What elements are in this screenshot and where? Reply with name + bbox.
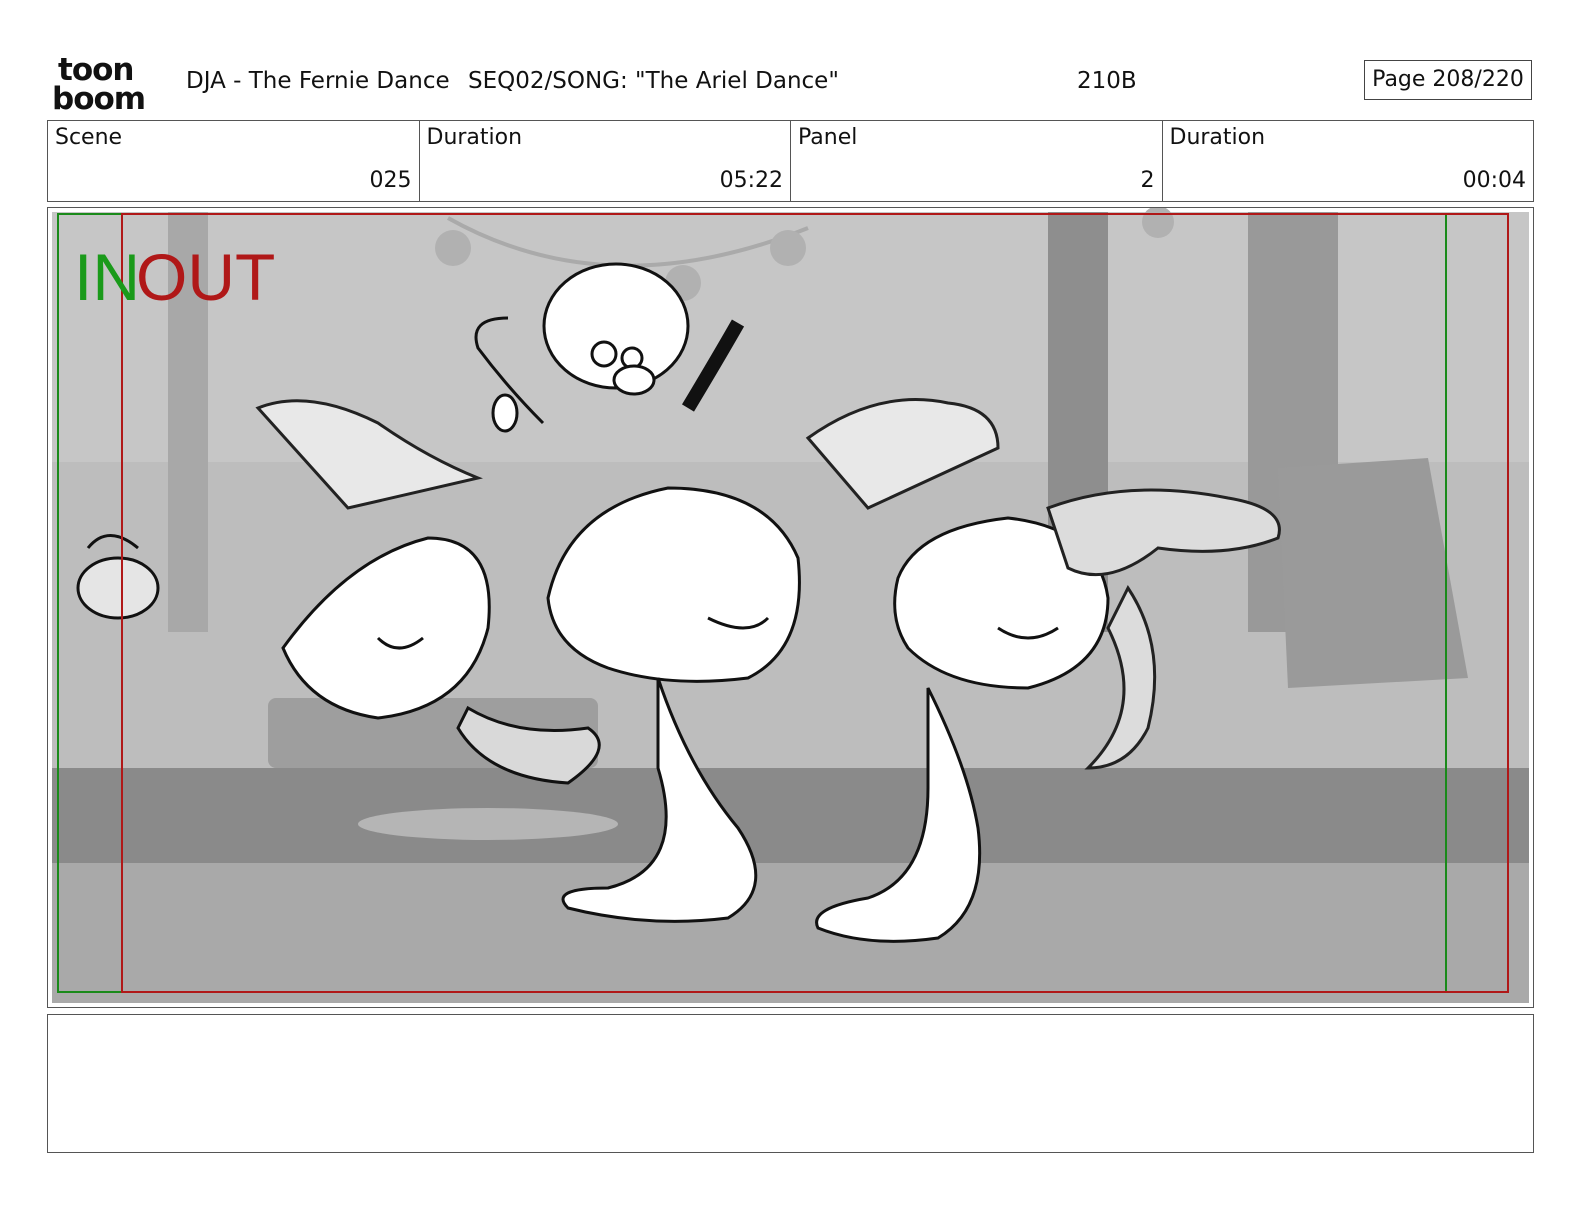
logo-boom: boom <box>52 81 145 112</box>
floor-band-dark <box>52 768 1529 863</box>
floor-front <box>52 863 1529 1003</box>
scene-duration-cell: Duration 05:22 <box>418 121 791 201</box>
scene-value: 025 <box>369 168 412 193</box>
panel-duration-value: 00:04 <box>1462 168 1526 193</box>
storyboard-drawing: IN OUT <box>52 208 1529 1003</box>
out-label: OUT <box>136 240 275 314</box>
panel-value: 2 <box>1140 168 1155 193</box>
shot-code: 210B <box>1077 68 1137 94</box>
scene-duration-label: Duration <box>426 125 523 150</box>
panel-info-table: Scene 025 Duration 05:22 Panel 2 Duratio… <box>47 120 1534 202</box>
panel-label: Panel <box>798 125 858 150</box>
panel-cell: Panel 2 <box>790 121 1162 201</box>
toon-boom-logo: toon boom <box>52 52 146 112</box>
garland-ball <box>770 230 806 266</box>
project-title: DJA - The Fernie Dance <box>186 68 450 94</box>
sequence-title: SEQ02/SONG: "The Ariel Dance" <box>468 68 839 94</box>
scene-label: Scene <box>55 125 123 150</box>
scene-duration-value: 05:22 <box>719 168 783 193</box>
garland-ball <box>435 230 471 266</box>
in-label: IN <box>74 240 140 314</box>
panel-notes-box <box>47 1014 1534 1153</box>
panel-duration-cell: Duration 00:04 <box>1161 121 1534 201</box>
scene-cell: Scene 025 <box>48 121 419 201</box>
page-number: Page 208/220 <box>1364 60 1532 100</box>
floor-highlight <box>358 808 618 840</box>
panel-duration-label: Duration <box>1169 125 1266 150</box>
storyboard-panel: IN OUT <box>47 207 1534 1008</box>
